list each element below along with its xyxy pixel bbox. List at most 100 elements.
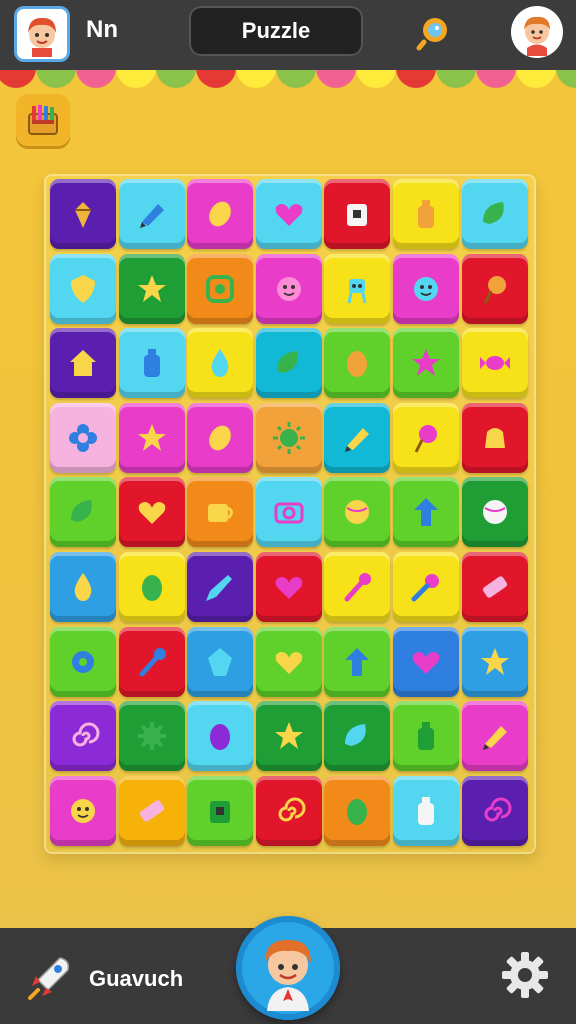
tile-r9-c7[interactable] bbox=[461, 775, 528, 846]
tile-r1-c7[interactable] bbox=[461, 179, 528, 249]
crayon-box-icon bbox=[28, 105, 58, 135]
bell-icon bbox=[484, 427, 505, 448]
tile-r4-c3[interactable] bbox=[187, 402, 254, 473]
lemon-icon bbox=[209, 425, 232, 451]
tile-r9-c1[interactable] bbox=[50, 775, 116, 846]
egg-icon bbox=[141, 575, 162, 601]
swirl-icon bbox=[72, 722, 100, 747]
tile-r9-c3[interactable] bbox=[187, 775, 254, 846]
tile-r5-c4[interactable] bbox=[255, 477, 322, 548]
tile-r1-c5[interactable] bbox=[324, 179, 391, 249]
tile-r7-c3[interactable] bbox=[187, 626, 254, 697]
drop-icon bbox=[211, 349, 229, 378]
tile-r7-c6[interactable] bbox=[393, 626, 459, 697]
tile-r9-c4[interactable] bbox=[255, 775, 322, 846]
settings-button[interactable] bbox=[498, 948, 552, 1002]
arrow-icon bbox=[414, 498, 438, 527]
tile-r6-c2[interactable] bbox=[118, 552, 185, 622]
rocket-button[interactable] bbox=[22, 950, 78, 1006]
tile-r5-c1[interactable] bbox=[50, 477, 116, 548]
ball-icon bbox=[482, 500, 507, 525]
tile-r2-c7[interactable] bbox=[461, 253, 528, 324]
tile-r1-c3[interactable] bbox=[187, 179, 254, 249]
heart-icon bbox=[412, 651, 440, 674]
bottle-icon bbox=[418, 200, 434, 228]
eraser-icon bbox=[139, 800, 164, 822]
boy-avatar-icon bbox=[265, 939, 311, 1011]
tile-r6-c5[interactable] bbox=[324, 552, 391, 622]
egg-icon bbox=[347, 351, 368, 378]
hint-button[interactable] bbox=[412, 10, 456, 54]
tile-r7-c2[interactable] bbox=[118, 626, 185, 697]
star-icon bbox=[274, 722, 303, 750]
tile-r3-c5[interactable] bbox=[324, 328, 391, 399]
egg-icon bbox=[347, 798, 368, 825]
tile-r5-c6[interactable] bbox=[393, 477, 459, 548]
center-avatar-button[interactable] bbox=[236, 916, 340, 1020]
tile-r7-c5[interactable] bbox=[324, 626, 391, 697]
menu-button[interactable] bbox=[16, 94, 70, 146]
flower-icon bbox=[69, 423, 97, 452]
cup-icon bbox=[208, 504, 234, 523]
girl-avatar-icon bbox=[513, 8, 561, 56]
tile-r6-c6[interactable] bbox=[393, 552, 459, 622]
tile-r3-c2[interactable] bbox=[118, 328, 185, 399]
leaf-icon bbox=[345, 724, 367, 747]
heart-icon bbox=[275, 577, 303, 599]
tile-r9-c6[interactable] bbox=[393, 775, 459, 846]
swirl-icon bbox=[278, 797, 306, 822]
tile-r1-c6[interactable] bbox=[393, 179, 459, 249]
tile-r3-c7[interactable] bbox=[461, 328, 528, 399]
player-avatar-button[interactable] bbox=[14, 6, 70, 62]
arrow-icon bbox=[345, 647, 370, 676]
tile-r2-c2[interactable] bbox=[118, 253, 185, 324]
tile-r7-c7[interactable] bbox=[461, 626, 528, 697]
tile-r6-c1[interactable] bbox=[50, 552, 116, 622]
tile-r5-c7[interactable] bbox=[461, 477, 528, 548]
tile-r2-c4[interactable] bbox=[255, 253, 322, 324]
tile-r4-c6[interactable] bbox=[393, 402, 459, 473]
tile-r7-c1[interactable] bbox=[50, 626, 116, 697]
mic-icon bbox=[411, 574, 439, 602]
tile-r8-c2[interactable] bbox=[118, 701, 185, 772]
tile-r6-c4[interactable] bbox=[255, 552, 322, 622]
gear-icon bbox=[502, 952, 548, 998]
box-icon bbox=[210, 800, 231, 823]
tile-r4-c2[interactable] bbox=[118, 402, 185, 473]
tile-r8-c3[interactable] bbox=[187, 701, 254, 772]
tile-r5-c3[interactable] bbox=[187, 477, 254, 548]
tile-r5-c5[interactable] bbox=[324, 477, 391, 548]
crayon-icon bbox=[345, 427, 370, 452]
tile-r2-c6[interactable] bbox=[393, 253, 459, 324]
tile-r4-c1[interactable] bbox=[50, 402, 116, 473]
tile-r2-c5[interactable] bbox=[324, 253, 391, 324]
tile-r2-c3[interactable] bbox=[187, 253, 254, 324]
tile-r4-c7[interactable] bbox=[461, 402, 528, 473]
tile-r8-c4[interactable] bbox=[255, 701, 322, 772]
tile-r3-c4[interactable] bbox=[255, 328, 322, 399]
bottle-icon bbox=[418, 722, 434, 751]
tile-r2-c1[interactable] bbox=[50, 253, 116, 324]
tile-r8-c6[interactable] bbox=[393, 701, 459, 772]
tile-r8-c7[interactable] bbox=[461, 701, 528, 772]
tile-r7-c4[interactable] bbox=[255, 626, 322, 697]
tile-r9-c5[interactable] bbox=[324, 775, 391, 846]
tile-r8-c5[interactable] bbox=[324, 701, 391, 772]
player-name: Nn bbox=[86, 16, 118, 43]
tile-r6-c3[interactable] bbox=[187, 552, 254, 622]
tile-r3-c6[interactable] bbox=[393, 328, 459, 399]
tile-r1-c4[interactable] bbox=[255, 179, 322, 249]
tile-r5-c2[interactable] bbox=[118, 477, 185, 548]
tile-r1-c2[interactable] bbox=[118, 179, 185, 249]
tile-r9-c2[interactable] bbox=[118, 775, 185, 846]
tile-r6-c7[interactable] bbox=[461, 552, 528, 622]
tile-r4-c5[interactable] bbox=[324, 402, 391, 473]
tile-r8-c1[interactable] bbox=[50, 701, 116, 772]
rocket-icon bbox=[28, 957, 70, 1000]
profile-button[interactable] bbox=[511, 6, 563, 58]
tile-r4-c4[interactable] bbox=[255, 402, 322, 473]
tile-r1-c1[interactable] bbox=[50, 179, 116, 249]
tile-r3-c3[interactable] bbox=[187, 328, 254, 399]
drop-icon bbox=[74, 573, 92, 601]
tile-r3-c1[interactable] bbox=[50, 328, 116, 399]
